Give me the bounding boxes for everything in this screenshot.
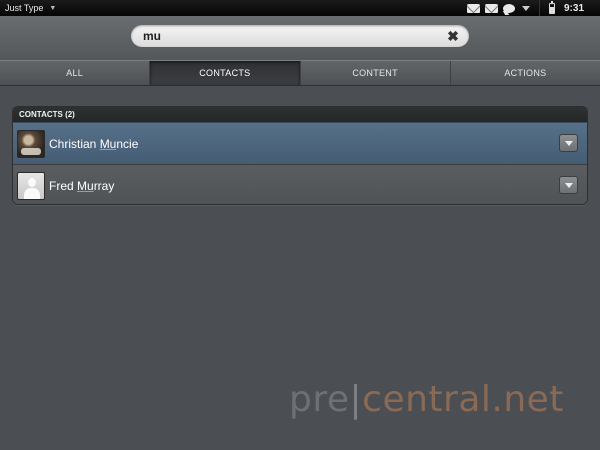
tab-actions[interactable]: ACTIONS <box>449 61 600 85</box>
search-header: ✖ <box>0 16 600 60</box>
divider <box>538 0 540 16</box>
status-icons: 9:31 <box>462 0 600 16</box>
email-notification-icon[interactable] <box>484 3 498 13</box>
notification-dropdown-icon[interactable] <box>521 5 530 11</box>
clear-search-icon[interactable]: ✖ <box>446 29 460 43</box>
clock: 9:31 <box>563 2 584 14</box>
status-bar: Just Type ▼ 9:31 <box>0 0 600 16</box>
avatar <box>17 129 45 158</box>
name-prefix: Fred <box>49 178 78 193</box>
battery-icon <box>548 0 555 14</box>
name-match: Mu <box>99 136 117 151</box>
email-notification-icon[interactable] <box>466 3 480 13</box>
watermark-bar: | <box>349 379 363 420</box>
tab-all[interactable]: ALL <box>0 61 149 85</box>
watermark-pre: pre <box>289 379 350 420</box>
name-suffix: rray <box>93 178 115 193</box>
contact-row[interactable]: Christian Muncie <box>13 122 587 164</box>
contact-menu-button[interactable] <box>559 134 578 152</box>
group-header: CONTACTS (2) <box>13 107 587 122</box>
contact-menu-button[interactable] <box>559 176 578 194</box>
name-suffix: ncie <box>116 136 139 151</box>
chevron-down-icon <box>564 140 573 146</box>
contact-name: Christian Muncie <box>49 137 138 151</box>
avatar <box>17 171 45 200</box>
search-input[interactable] <box>143 29 433 43</box>
contact-row[interactable]: Fred Murray <box>13 164 587 204</box>
tab-contacts[interactable]: CONTACTS <box>149 61 300 85</box>
contacts-group: CONTACTS (2) Christian Muncie Fred Murra… <box>12 106 588 205</box>
message-bubble-icon[interactable] <box>502 3 515 13</box>
name-prefix: Christian <box>49 136 100 151</box>
watermark: pre|central.net <box>289 380 564 420</box>
chevron-down-icon <box>564 182 573 188</box>
chevron-down-icon: ▼ <box>49 4 57 12</box>
app-menu[interactable]: Just Type ▼ <box>0 0 56 16</box>
search-field[interactable]: ✖ <box>131 25 469 47</box>
watermark-site: central.net <box>362 379 564 420</box>
app-menu-label: Just Type <box>5 3 44 13</box>
name-match: Mu <box>77 178 94 193</box>
tab-content[interactable]: CONTENT <box>299 61 450 85</box>
contact-name: Fred Murray <box>49 179 114 193</box>
filter-tabs: ALL CONTACTS CONTENT ACTIONS <box>0 60 600 86</box>
